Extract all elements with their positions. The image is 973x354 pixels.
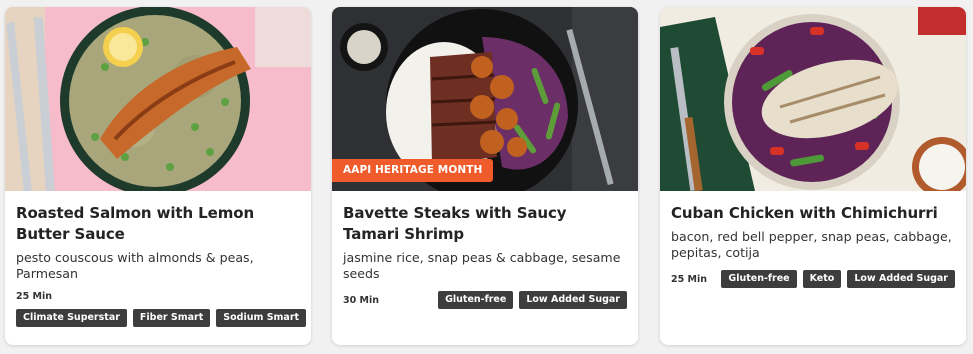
tag-list: Gluten-free Low Added Sugar — [438, 291, 627, 309]
recipe-title[interactable]: Roasted Salmon with Lemon Butter Sauce — [16, 203, 300, 245]
tag-gluten-free: Gluten-free — [721, 270, 797, 288]
tag-fiber-smart: Fiber Smart — [132, 309, 211, 327]
recipe-photo-salmon[interactable] — [5, 7, 311, 191]
tag-gluten-free: Gluten-free — [438, 291, 514, 309]
recipe-card-bavette-steaks[interactable]: AAPI HERITAGE MONTH Bavette Steaks with … — [332, 7, 638, 345]
recipe-card-cuban-chicken[interactable]: Cuban Chicken with Chimichurri bacon, re… — [660, 7, 966, 345]
tag-list: Gluten-free Keto Low Added Sugar — [721, 270, 955, 288]
recipe-photo-bavette[interactable]: AAPI HERITAGE MONTH — [332, 7, 638, 191]
recipe-photo-cuban-chicken[interactable] — [660, 7, 966, 191]
tag-low-added-sugar: Low Added Sugar — [847, 270, 955, 288]
cook-time: 25 Min — [16, 291, 53, 302]
tag-low-added-sugar: Low Added Sugar — [519, 291, 627, 309]
recipe-title[interactable]: Cuban Chicken with Chimichurri — [671, 203, 955, 224]
tag-list: Climate Superstar Fiber Smart Sodium Sma… — [16, 309, 307, 327]
cook-time: 25 Min — [671, 273, 708, 285]
recipe-description: pesto couscous with almonds & peas, Parm… — [16, 250, 254, 281]
recipe-description: bacon, red bell pepper, snap peas, cabba… — [671, 229, 952, 260]
recipe-title[interactable]: Bavette Steaks with Saucy Tamari Shrimp — [343, 203, 627, 245]
cook-time: 30 Min — [343, 294, 380, 306]
tag-climate-superstar: Climate Superstar — [16, 309, 127, 327]
promo-badge: AAPI HERITAGE MONTH — [332, 159, 494, 182]
recipe-card-roasted-salmon[interactable]: Roasted Salmon with Lemon Butter Sauce p… — [5, 7, 311, 345]
tag-keto: Keto — [802, 270, 842, 288]
recipe-meta: 30 Min Gluten-free Low Added Sugar — [343, 291, 627, 309]
tag-sodium-smart: Sodium Smart — [216, 309, 307, 327]
recipe-meta: 25 Min Gluten-free Keto Low Added Sugar — [671, 270, 955, 288]
recipe-meta: 25 Min Climate Superstar Fiber Smart Sod… — [16, 291, 307, 327]
recipe-description: jasmine rice, snap peas & cabbage, sesam… — [343, 250, 621, 281]
